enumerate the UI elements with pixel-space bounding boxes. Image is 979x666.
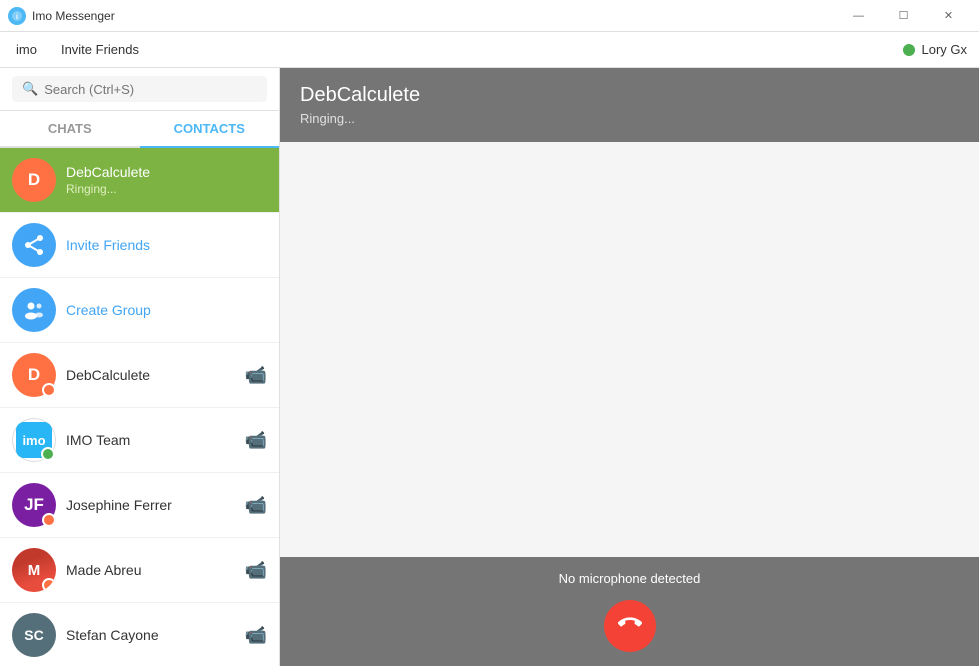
avatar: D [12, 158, 56, 202]
main-layout: 🔍 CHATS CONTACTS D DebCalculete Ringing.… [0, 68, 979, 666]
contact-status: Ringing... [66, 182, 267, 196]
list-item[interactable]: D DebCalculete Ringing... [0, 148, 279, 213]
chat-footer: No microphone detected [280, 557, 979, 666]
video-call-icon[interactable]: 📹 [245, 495, 267, 516]
close-button[interactable]: ✕ [926, 0, 971, 32]
chat-header: DebCalculete Ringing... [280, 68, 979, 142]
invite-friends-label: Invite Friends [66, 237, 150, 253]
chat-body [280, 142, 979, 557]
video-call-icon[interactable]: 📹 [245, 560, 267, 581]
chat-area: DebCalculete Ringing... No microphone de… [280, 68, 979, 666]
app-title: Imo Messenger [32, 9, 115, 23]
avatar-badge [42, 578, 56, 592]
sidebar: 🔍 CHATS CONTACTS D DebCalculete Ringing.… [0, 68, 280, 666]
menu-item-invite[interactable]: Invite Friends [57, 38, 143, 61]
list-item[interactable]: M Made Abreu 📹 [0, 538, 279, 603]
search-input[interactable] [44, 82, 257, 97]
contact-list: D DebCalculete Ringing... [0, 148, 279, 666]
create-group-label: Create Group [66, 302, 151, 318]
list-item[interactable]: SC Stefan Cayone 📹 [0, 603, 279, 666]
contact-name: Stefan Cayone [66, 627, 237, 643]
app-logo: i [8, 7, 26, 25]
menu-item-imo[interactable]: imo [12, 38, 41, 61]
list-item[interactable]: JF Josephine Ferrer 📹 [0, 473, 279, 538]
avatar: imo [12, 418, 56, 462]
user-status-dot [903, 44, 915, 56]
contact-info: DebCalculete Ringing... [66, 164, 267, 196]
video-call-icon[interactable]: 📹 [245, 430, 267, 451]
contact-name: Josephine Ferrer [66, 497, 237, 513]
menubar-left: imo Invite Friends [12, 38, 143, 61]
end-call-icon [618, 611, 642, 641]
avatar-badge [41, 447, 55, 461]
avatar-badge [42, 513, 56, 527]
invite-friends-icon [12, 223, 56, 267]
contact-name: DebCalculete [66, 367, 237, 383]
contact-info: Josephine Ferrer [66, 497, 237, 513]
contact-name: IMO Team [66, 432, 237, 448]
menubar-right: Lory Gx [903, 42, 967, 57]
svg-text:i: i [16, 14, 18, 21]
window-controls: — ☐ ✕ [836, 0, 971, 32]
tabs: CHATS CONTACTS [0, 111, 279, 148]
chat-contact-name: DebCalculete [300, 84, 959, 107]
avatar: SC [12, 613, 56, 657]
user-name: Lory Gx [921, 42, 967, 57]
create-group-icon [12, 288, 56, 332]
no-mic-text: No microphone detected [559, 571, 701, 586]
maximize-button[interactable]: ☐ [881, 0, 926, 32]
tab-contacts[interactable]: CONTACTS [140, 111, 280, 148]
search-bar: 🔍 [0, 68, 279, 111]
invite-friends-item[interactable]: Invite Friends [0, 213, 279, 278]
contact-info: DebCalculete [66, 367, 237, 383]
create-group-item[interactable]: Create Group [0, 278, 279, 343]
video-call-icon[interactable]: 📹 [245, 625, 267, 646]
contact-name: Made Abreu [66, 562, 237, 578]
end-call-button[interactable] [604, 600, 656, 652]
menubar: imo Invite Friends Lory Gx [0, 32, 979, 68]
chat-status: Ringing... [300, 111, 959, 126]
list-item[interactable]: imo IMO Team 📹 [0, 408, 279, 473]
titlebar-left: i Imo Messenger [8, 7, 115, 25]
video-call-icon[interactable]: 📹 [245, 365, 267, 386]
avatar-badge [42, 383, 56, 397]
minimize-button[interactable]: — [836, 0, 881, 32]
contact-info: Made Abreu [66, 562, 237, 578]
search-input-wrap: 🔍 [12, 76, 267, 102]
list-item[interactable]: D DebCalculete 📹 [0, 343, 279, 408]
titlebar: i Imo Messenger — ☐ ✕ [0, 0, 979, 32]
avatar: D [12, 353, 56, 397]
avatar: JF [12, 483, 56, 527]
search-icon: 🔍 [22, 81, 38, 97]
contact-name: DebCalculete [66, 164, 267, 180]
contact-info: Stefan Cayone [66, 627, 237, 643]
tab-chats[interactable]: CHATS [0, 111, 140, 146]
avatar: M [12, 548, 56, 592]
contact-info: IMO Team [66, 432, 237, 448]
